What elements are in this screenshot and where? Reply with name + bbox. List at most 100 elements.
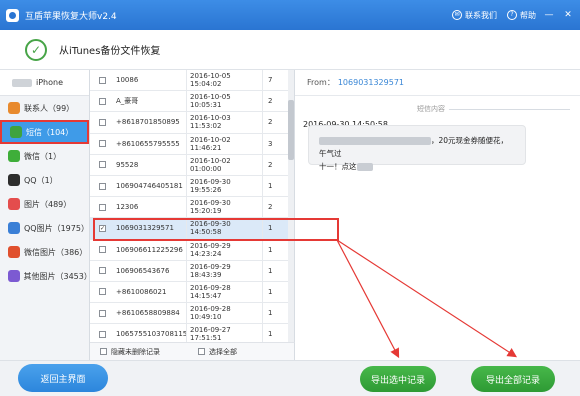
redacted-text [319,137,431,145]
row-count: 7 [262,70,280,91]
message-row[interactable]: +8610655795555 2016-10-02 11:46:21 3 [90,133,294,155]
row-number: +8610658809884 [116,309,180,318]
row-count: 2 [262,197,280,218]
row-number: 106906611225296 [116,245,183,254]
message-row[interactable]: 1065755103708115 2016-09-27 17:51:51 1 [90,324,294,342]
row-checkbox[interactable] [99,309,106,317]
select-all-option[interactable]: 选择全部 [188,347,237,357]
contacts-icon [8,102,20,114]
close-button[interactable]: ✕ [562,9,574,21]
row-count: 2 [262,112,280,133]
row-checkbox[interactable] [99,140,106,148]
message-row[interactable]: 12306 2016-09-30 15:20:19 2 [90,197,294,219]
row-number: 106904746405181 [116,182,183,191]
row-number: +8610655795555 [116,139,180,148]
wechat-photos-icon [8,246,20,258]
restore-check-icon: ✓ [25,38,47,61]
sidebar-item[interactable]: 其他图片（3453） [0,264,92,288]
hide-deleted-checkbox[interactable] [100,348,107,355]
row-date: 2016-09-28 10:49:10 [186,303,262,324]
row-checkbox[interactable] [99,267,106,275]
sidebar-item[interactable]: 微信（1） [0,144,89,168]
row-date: 2016-10-03 11:53:02 [186,112,262,133]
message-row[interactable]: 106906611225296 2016-09-29 14:23:24 1 [90,239,294,261]
row-date: 2016-10-05 15:04:02 [186,70,262,91]
qq-icon [8,174,20,186]
sidebar-item[interactable]: 短信（104） [0,120,89,144]
mail-icon: ✉ [452,10,462,20]
row-checkbox[interactable] [99,76,106,84]
row-count: 1 [262,303,280,324]
qq-photos-icon [8,222,20,234]
row-checkbox[interactable] [99,246,106,254]
page-header: ✓ 从iTunes备份文件恢复 [0,30,580,70]
row-count: 2 [262,154,280,175]
row-count: 1 [262,324,280,342]
row-date: 2016-09-29 14:23:24 [186,239,262,260]
row-checkbox[interactable] [99,203,106,211]
row-date: 2016-10-05 10:05:31 [186,91,262,112]
row-count: 1 [262,260,280,281]
row-number: 12306 [116,203,139,212]
row-number: +8610086021 [116,287,167,296]
row-number: 95528 [116,160,139,169]
export-selected-button[interactable]: 导出选中记录 [360,366,436,392]
contact-us-link[interactable]: ✉ 联系我们 [452,10,497,21]
content-divider: 短信内容 [295,102,580,116]
message-bubble: ，20元现金券随便花，午气过 十一！点这 [308,125,526,171]
row-checkbox[interactable] [99,288,106,296]
row-checkbox[interactable] [99,97,106,105]
row-checkbox[interactable] [99,118,106,126]
export-all-button[interactable]: 导出全部记录 [471,366,555,392]
row-date: 2016-09-28 14:15:47 [186,281,262,303]
app-logo-icon [6,8,19,22]
message-row[interactable]: 95528 2016-10-02 01:00:00 2 [90,154,294,176]
row-number: A_豪哥 [116,97,139,106]
list-scrollbar[interactable] [288,70,294,342]
row-checkbox[interactable] [99,182,106,190]
from-bar: From： 1069031329571 [295,70,580,96]
row-number: 1065755103708115 [116,330,188,339]
row-checkbox[interactable] [99,330,106,338]
select-all-checkbox[interactable] [198,348,205,355]
app-title: 互盾苹果恢复大师v2.4 [25,11,117,22]
scroll-thumb[interactable] [288,100,294,160]
help-icon: ? [507,10,517,20]
message-row[interactable]: +8610086021 2016-09-28 14:15:47 1 [90,281,294,304]
help-link[interactable]: ? 帮助 [507,10,536,21]
device-name: iPhone [36,78,64,87]
page-title: 从iTunes备份文件恢复 [59,46,161,57]
message-row[interactable]: 106904746405181 2016-09-30 19:55:26 1 [90,175,294,198]
row-count: 3 [262,133,280,154]
row-checkbox[interactable] [99,161,106,169]
from-number: 1069031329571 [337,78,404,87]
row-date: 2016-10-02 01:00:00 [186,154,262,175]
message-row[interactable]: 106906543676 2016-09-29 18:43:39 1 [90,260,294,282]
message-row[interactable]: A_豪哥 2016-10-05 10:05:31 2 [90,91,294,113]
minimize-button[interactable]: — [543,9,555,21]
message-row[interactable]: +8618701850895 2016-10-03 11:53:02 2 [90,112,294,134]
row-count: 2 [262,91,280,112]
sidebar-item[interactable]: QQ（1） [0,168,89,192]
row-count: 1 [262,281,280,303]
wechat-icon [8,150,20,162]
row-number: 10086 [116,76,139,85]
device-name-blur [12,78,32,87]
list-footer: 隐藏未删除记录 选择全部 [90,342,295,360]
highlight-selected-row [93,218,339,241]
row-date: 2016-09-30 15:20:19 [186,197,262,218]
row-number: 106906543676 [116,266,170,275]
row-date: 2016-09-30 19:55:26 [186,175,262,197]
sidebar-item[interactable]: 微信图片（386） [0,240,89,264]
sidebar-item[interactable]: QQ图片（1975） [0,216,89,240]
message-row[interactable]: +8610658809884 2016-09-28 10:49:10 1 [90,303,294,325]
title-bar: 互盾苹果恢复大师v2.4 ✉ 联系我们 ? 帮助 — ✕ [0,0,580,30]
photos-icon [8,198,20,210]
hide-deleted-option[interactable]: 隐藏未删除记录 [90,347,160,357]
row-count: 1 [262,175,280,197]
sidebar-item[interactable]: 图片（489） [0,192,89,216]
message-row[interactable]: 10086 2016-10-05 15:04:02 7 [90,70,294,92]
device-item[interactable]: iPhone [0,70,89,96]
sidebar-item[interactable]: 联系人（99） [0,96,89,120]
back-to-main-button[interactable]: 返回主界面 [18,364,108,392]
